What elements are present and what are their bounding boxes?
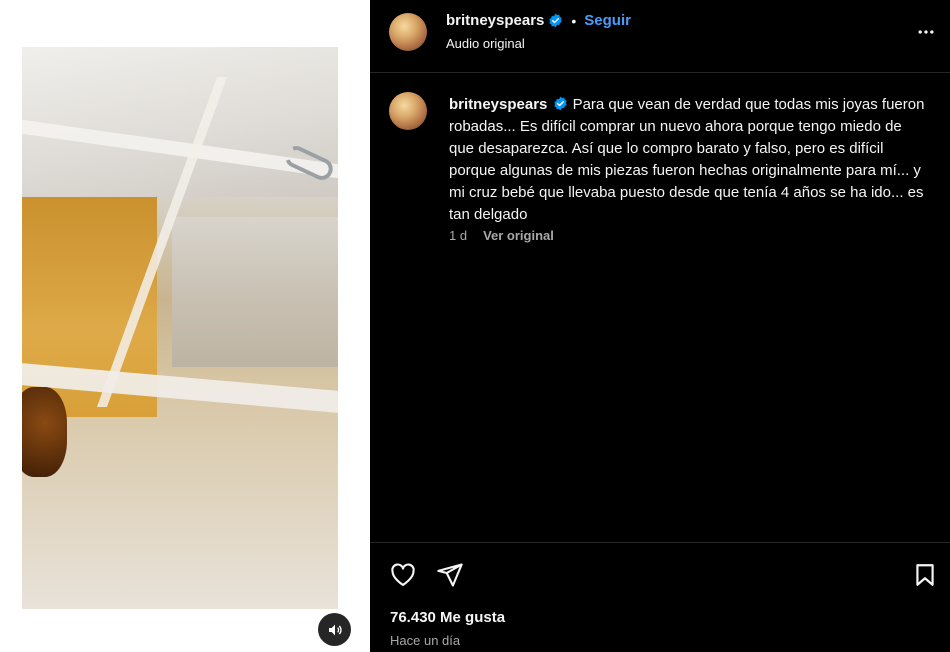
post-age: 1 d — [449, 228, 468, 243]
audio-label[interactable]: Audio original — [446, 36, 525, 51]
media-pane — [0, 0, 370, 652]
bookmark-icon — [916, 564, 934, 586]
save-button[interactable] — [912, 561, 938, 594]
post-header: britneyspears • Seguir Audio original — [370, 0, 950, 73]
speaker-icon — [328, 624, 342, 635]
mute-toggle-button[interactable] — [318, 613, 351, 646]
video-content — [22, 47, 338, 197]
more-options-button[interactable] — [916, 22, 936, 47]
caption-section: britneyspears Para que vean de verdad qu… — [370, 74, 950, 542]
caption-text: Para que vean de verdad que todas mis jo… — [449, 96, 925, 223]
see-original-button[interactable]: Ver original — [483, 228, 554, 243]
send-icon — [437, 563, 463, 587]
verified-badge-icon — [554, 96, 568, 111]
username-link[interactable]: britneyspears — [446, 12, 544, 29]
more-options-icon — [918, 30, 934, 34]
video-player[interactable] — [22, 47, 338, 609]
heart-icon — [391, 563, 415, 586]
caption-username[interactable]: britneyspears — [449, 96, 547, 113]
caption: britneyspears Para que vean de verdad qu… — [449, 94, 929, 226]
post-timestamp: Hace un día — [390, 633, 461, 648]
avatar[interactable] — [389, 92, 427, 130]
like-count[interactable]: 76.430 Me gusta — [390, 609, 505, 626]
separator: • — [571, 12, 577, 29]
like-button[interactable] — [389, 561, 417, 594]
caption-meta: 1 d Ver original — [449, 228, 554, 243]
verified-badge-icon — [549, 13, 563, 28]
action-bar: 76.430 Me gusta Hace un día — [370, 542, 950, 652]
post-sidebar: britneyspears • Seguir Audio original br… — [370, 0, 950, 652]
share-button[interactable] — [436, 561, 464, 594]
avatar[interactable] — [389, 13, 427, 51]
follow-button[interactable]: Seguir — [584, 12, 631, 29]
